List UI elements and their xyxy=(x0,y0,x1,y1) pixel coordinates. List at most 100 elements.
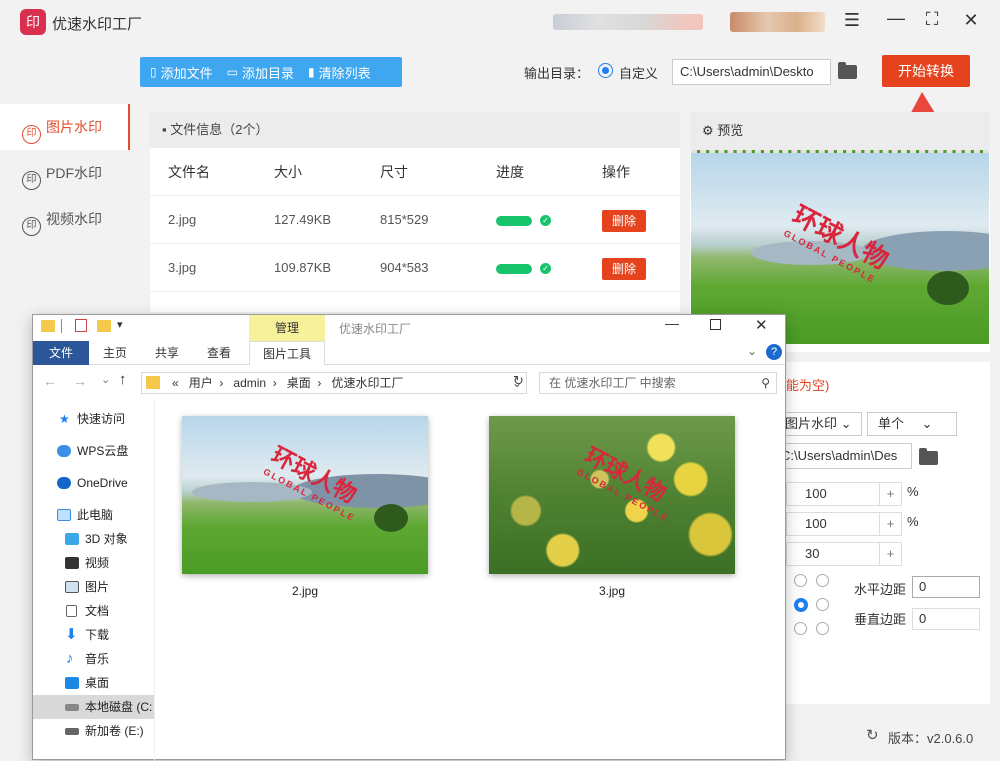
watermark-mode-select[interactable]: 单个 ⌄ xyxy=(867,412,957,436)
recent-locations-icon[interactable]: ⌄ xyxy=(101,373,110,386)
position-radio[interactable] xyxy=(816,598,829,611)
nav-item-pictures[interactable]: 图片 xyxy=(33,575,154,599)
nav-item-videos[interactable]: 视频 xyxy=(33,551,154,575)
v-margin-input[interactable]: 0 xyxy=(912,608,980,630)
menu-icon[interactable]: ☰ xyxy=(840,10,864,31)
table-row[interactable]: 3.jpg 109.87KB 904*583 ✓ 删除 xyxy=(150,244,680,292)
forward-icon[interactable]: → xyxy=(73,373,87,389)
blurred-user-avatar[interactable] xyxy=(730,12,825,32)
nav-label: WPS云盘 xyxy=(77,444,129,458)
breadcrumb-overflow[interactable]: « xyxy=(172,376,179,390)
nav-item-local-disk-c[interactable]: 本地磁盘 (C: xyxy=(33,695,154,719)
divider xyxy=(61,319,62,333)
custom-dir-radio[interactable] xyxy=(598,63,613,78)
nav-item-documents[interactable]: 文档 xyxy=(33,599,154,623)
sidebar-item-image-watermark[interactable]: 印图片水印 xyxy=(0,104,130,150)
search-input[interactable]: 在 优速水印工厂 中搜索 ⚲ xyxy=(539,372,777,394)
app-logo-icon: 印 xyxy=(20,9,46,35)
breadcrumb-item[interactable]: 优速水印工厂 xyxy=(331,376,403,390)
tab-view[interactable]: 查看 xyxy=(193,341,245,365)
close-button[interactable]: ✕ xyxy=(959,10,983,31)
maximize-button[interactable]: ⛶ xyxy=(920,9,944,30)
plus-icon[interactable]: + xyxy=(879,543,901,565)
sidebar-item-pdf-watermark[interactable]: 印 PDF水印 xyxy=(0,150,130,196)
position-radio[interactable] xyxy=(794,574,807,587)
position-radio[interactable] xyxy=(816,622,829,635)
nav-item-this-pc[interactable]: 此电脑 xyxy=(33,503,154,527)
angle-stepper[interactable]: 30 + xyxy=(786,542,902,566)
nav-item-new-volume-e[interactable]: 新加卷 (E:) xyxy=(33,719,154,743)
browse-folder-icon[interactable] xyxy=(919,448,938,465)
back-icon[interactable]: ← xyxy=(43,373,57,389)
nav-item-3d-objects[interactable]: 3D 对象 xyxy=(33,527,154,551)
manage-context-tab[interactable]: 管理 xyxy=(249,315,325,341)
refresh-icon[interactable]: ↻ xyxy=(513,373,524,389)
folder-icon xyxy=(41,320,55,332)
delete-button[interactable]: 删除 xyxy=(602,257,646,280)
column-header: 尺寸 xyxy=(380,164,408,180)
size-stepper[interactable]: 100 + xyxy=(786,482,902,506)
add-directory-button[interactable]: ▭ 添加目录 xyxy=(227,63,294,82)
unit-label: % xyxy=(907,514,919,529)
sidebar-item-video-watermark[interactable]: 印视频水印 xyxy=(0,196,130,242)
breadcrumb-item[interactable]: 用户 xyxy=(189,376,213,390)
quick-access-dropdown-icon[interactable]: ▾ xyxy=(117,318,123,331)
navigation-pane: ★ 快速访问 WPS云盘 OneDrive 此电脑 3D 对象 视频 图片 文档 … xyxy=(33,399,155,761)
tab-home[interactable]: 主页 xyxy=(89,341,141,365)
help-icon[interactable]: ? xyxy=(766,344,782,360)
watermark-type-select[interactable]: 图片水印 ⌄ xyxy=(780,412,862,436)
nav-label: 文档 xyxy=(85,604,110,618)
expand-ribbon-icon[interactable]: ⌄ xyxy=(747,344,757,358)
file-name-label[interactable]: 3.jpg xyxy=(489,584,735,598)
maximize-button[interactable] xyxy=(710,319,721,330)
file-name-label[interactable]: 2.jpg xyxy=(182,584,428,598)
new-folder-icon[interactable] xyxy=(97,320,111,332)
h-margin-input[interactable]: 0 xyxy=(912,576,980,598)
progress-bar xyxy=(496,215,532,226)
tab-file[interactable]: 文件 xyxy=(33,341,89,365)
search-icon[interactable]: ⚲ xyxy=(761,373,770,393)
file-thumbnail-3jpg[interactable]: 环球人物 GLOBAL PEOPLE xyxy=(489,416,735,574)
file-thumbnail-2jpg[interactable]: 环球人物 GLOBAL PEOPLE xyxy=(182,416,428,574)
address-bar-area: ← → ⌄ ↑ « 用户 › admin › 桌面 › 优速水印工厂 ⌄ ↻ 在… xyxy=(33,365,785,399)
close-button[interactable]: ✕ xyxy=(755,316,768,334)
tab-picture-tools[interactable]: 图片工具 xyxy=(249,341,325,365)
watermark-path-input[interactable]: C:\Users\admin\Des xyxy=(776,443,912,469)
address-input[interactable]: « 用户 › admin › 桌面 › 优速水印工厂 ⌄ xyxy=(141,372,527,394)
column-header: 操作 xyxy=(602,164,630,180)
clear-list-button[interactable]: ▮ 清除列表 xyxy=(308,63,371,82)
browse-folder-icon[interactable] xyxy=(838,62,857,79)
nav-item-wps-cloud[interactable]: WPS云盘 xyxy=(33,439,154,463)
nav-item-desktop[interactable]: 桌面 xyxy=(33,671,154,695)
download-icon: ⬇ xyxy=(65,626,78,643)
position-radio[interactable] xyxy=(816,574,829,587)
position-radio[interactable] xyxy=(794,622,807,635)
nav-item-quick-access[interactable]: ★ 快速访问 xyxy=(33,407,154,431)
plus-icon[interactable]: + xyxy=(879,513,901,535)
nav-item-music[interactable]: ♪ 音乐 xyxy=(33,647,154,671)
refresh-icon[interactable]: ↻ xyxy=(866,726,879,744)
minimize-button[interactable]: — xyxy=(665,315,679,331)
custom-dir-radio-label[interactable]: 自定义 xyxy=(619,63,658,82)
minimize-button[interactable]: — xyxy=(884,8,908,29)
nav-label: 此电脑 xyxy=(77,508,114,522)
nav-item-downloads[interactable]: ⬇ 下载 xyxy=(33,623,154,647)
up-icon[interactable]: ↑ xyxy=(119,371,127,388)
properties-icon[interactable] xyxy=(75,319,87,332)
tab-share[interactable]: 共享 xyxy=(141,341,193,365)
action-cell: 删除 xyxy=(602,244,646,292)
v-margin-value: 0 xyxy=(919,611,927,626)
app-title: 优速水印工厂 xyxy=(52,16,143,33)
plus-icon[interactable]: + xyxy=(879,483,901,505)
position-radio-selected[interactable] xyxy=(794,598,808,612)
opacity-stepper[interactable]: 100 + xyxy=(786,512,902,536)
nav-item-onedrive[interactable]: OneDrive xyxy=(33,471,154,495)
add-file-button[interactable]: ▯ 添加文件 xyxy=(150,63,213,82)
tree-shape xyxy=(927,271,969,305)
start-convert-button[interactable]: 开始转换 xyxy=(882,55,970,87)
table-row[interactable]: 2.jpg 127.49KB 815*529 ✓ 删除 xyxy=(150,196,680,244)
breadcrumb-item[interactable]: admin xyxy=(233,376,266,390)
delete-button[interactable]: 删除 xyxy=(602,209,646,232)
breadcrumb-item[interactable]: 桌面 xyxy=(287,376,311,390)
output-path-input[interactable]: C:\Users\admin\Deskto xyxy=(672,59,831,85)
